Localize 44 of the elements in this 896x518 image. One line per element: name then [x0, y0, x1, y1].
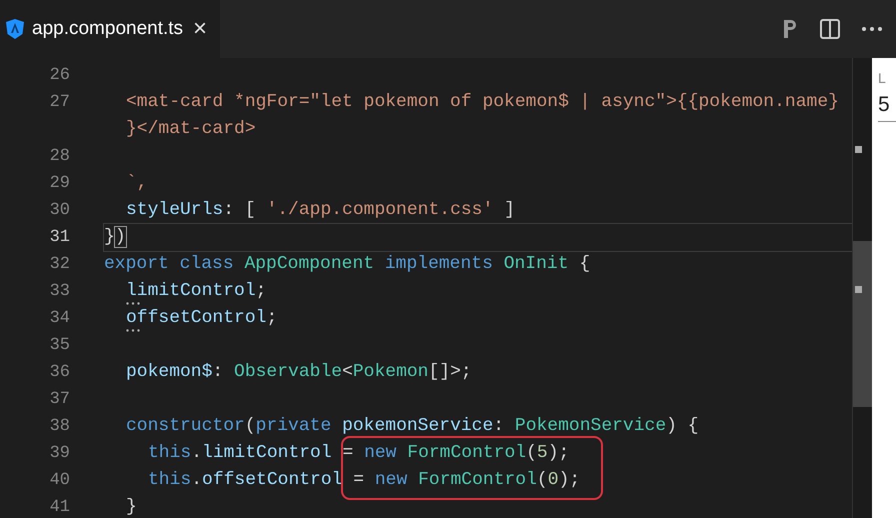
line-number: 38	[48, 416, 71, 438]
code-line: offsetControl;	[126, 308, 278, 329]
split-editor-icon[interactable]	[820, 19, 840, 39]
hint-dots-icon[interactable]	[126, 329, 140, 332]
line-number: 41	[48, 497, 71, 518]
code-line: this.offsetControl = new FormControl(0);	[148, 470, 580, 491]
line-number: 28	[48, 146, 71, 168]
line-number: 40	[48, 470, 71, 492]
code-line: limitControl;	[126, 281, 266, 302]
code-line: })	[104, 227, 126, 248]
code-line: this.limitControl = new FormControl(5);	[148, 443, 570, 464]
line-number: 37	[48, 389, 71, 411]
p-icon[interactable]	[782, 19, 798, 39]
code-line: <mat-card *ngFor="let pokemon of pokemon$ | async">{{pokemon.name}	[126, 92, 839, 113]
code-line: styleUrls: [ './app.component.css' ]	[126, 200, 515, 221]
code-line: constructor(private pokemonService: PokemonService) {	[126, 416, 699, 437]
line-number: 39	[48, 443, 71, 465]
line-number: 36	[48, 362, 71, 384]
minimap-marker	[855, 286, 862, 293]
line-number: 33	[48, 281, 71, 303]
line-number: 32	[48, 254, 71, 276]
close-button[interactable]: ×	[191, 17, 210, 41]
editor-tab[interactable]: app.component.ts ×	[0, 0, 220, 58]
code-line: }	[126, 497, 137, 518]
line-number: 34	[48, 308, 71, 330]
tab-title: app.component.ts	[32, 16, 184, 41]
field-label: L	[878, 69, 887, 88]
angular-icon	[6, 19, 24, 39]
code-line: }</mat-card>	[126, 119, 256, 140]
scrollbar[interactable]	[852, 58, 872, 518]
more-icon[interactable]	[862, 27, 882, 31]
line-number: 31	[48, 227, 71, 249]
scrollbar-thumb[interactable]	[853, 241, 872, 407]
line-number: 29	[48, 173, 71, 195]
minimap-marker	[855, 146, 862, 153]
hint-dots-icon[interactable]	[126, 302, 140, 305]
code-line: pokemon$: Observable<Pokemon[]>;	[126, 362, 472, 383]
line-number: 26	[48, 65, 71, 87]
line-number: 35	[48, 335, 71, 357]
line-number: 27	[48, 92, 71, 114]
input-field[interactable]: 5	[878, 89, 896, 122]
code-line: export class AppComponent implements OnInit {	[104, 254, 590, 275]
line-number: 30	[48, 200, 71, 222]
code-line: `,	[126, 173, 148, 194]
